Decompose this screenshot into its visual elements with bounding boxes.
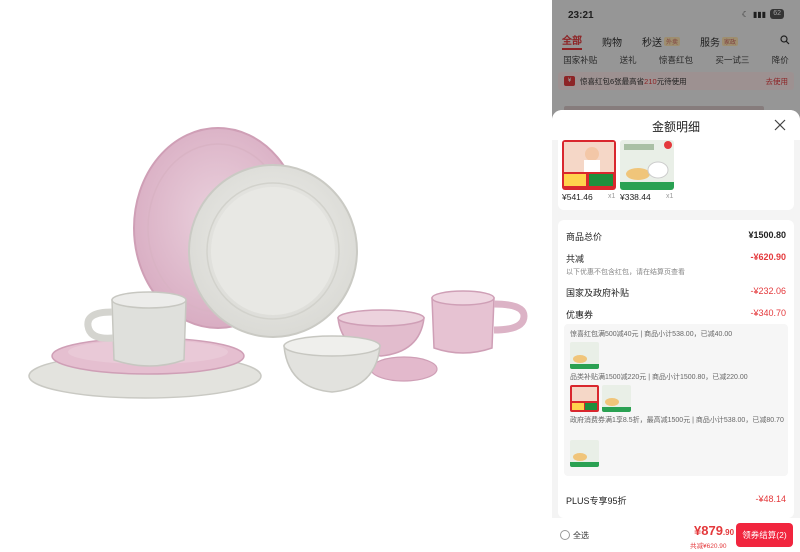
reduce-label: 共减	[566, 254, 585, 264]
product-thumbnail-2[interactable]	[620, 140, 674, 190]
product-thumb-image	[562, 140, 616, 190]
item-qty-1: x1	[608, 193, 616, 200]
sheet-title: 金额明细	[651, 120, 700, 134]
select-all-radio[interactable]	[560, 530, 570, 540]
sheet-header: 金额明细	[552, 110, 800, 140]
coupon-detail-line: 惊喜红包满500减40元 | 商品小计538.00，已减40.00	[570, 331, 733, 338]
coupon-product-thumbnail	[570, 385, 599, 412]
subsidy-value: -¥232.06	[750, 286, 786, 296]
total-int: ¥879	[694, 523, 723, 538]
coupon-product-thumbnail	[602, 385, 631, 412]
close-icon[interactable]	[774, 119, 786, 131]
reduce-value: -¥620.90	[750, 252, 786, 262]
coupon-product-thumbnail	[570, 440, 599, 467]
product-thumbnail-1[interactable]	[562, 140, 616, 190]
coupon-details: 惊喜红包满500减40元 | 商品小计538.00，已减40.00 品类补贴满1…	[564, 324, 788, 476]
total-price-label: 商品总价	[566, 232, 603, 242]
total-reduce-note: 共减¥620.90	[690, 543, 727, 550]
coupon-row[interactable]: 优惠券 -¥340.70	[566, 308, 786, 321]
coupon-value: -¥340.70	[750, 308, 786, 318]
reduce-note: 以下优惠不包含红包，请在结算页查看	[566, 269, 685, 276]
phone-screen: 23:21 ☾ ▮▮▮ 62 全部 购物 秒送 外卖 服务 家政 国家补贴 送礼 惊…	[552, 0, 800, 552]
checkout-button[interactable]: 领券结算(2)	[736, 523, 793, 547]
product-image	[0, 0, 552, 552]
coupon-detail-line: 政府消费券满1享8.5折，最高减1500元 | 商品小计538.00，已减80.…	[570, 417, 784, 424]
total-amount: ¥879.90	[694, 523, 734, 538]
plus-value: -¥48.14	[755, 494, 786, 504]
checkout-bar: 全选 ¥879.90 共减¥620.90 领券结算(2)	[552, 518, 800, 552]
select-all-label[interactable]: 全选	[573, 530, 589, 541]
item-price-2: ¥338.44	[620, 192, 651, 202]
coupon-product-thumbnail	[570, 342, 599, 369]
tableware-illustration	[28, 127, 528, 399]
amount-breakdown: 商品总价 ¥1500.80 共减 -¥620.90 以下优惠不包含红包，请在结算…	[558, 220, 794, 518]
plus-discount-row[interactable]: PLUS专享95折 -¥48.14	[566, 494, 786, 507]
screen: 23:21 ☾ ▮▮▮ 62 全部 购物 秒送 外卖 服务 家政 国家补贴 送礼 惊…	[0, 0, 800, 552]
product-thumb-image	[620, 140, 674, 190]
total-dec: .90	[722, 528, 735, 537]
total-reduce-row: 共减 -¥620.90	[566, 252, 786, 265]
subsidy-label: 国家及政府补贴	[566, 288, 630, 298]
total-price-row: 商品总价 ¥1500.80	[566, 230, 786, 243]
amount-detail-sheet: 金额明细 ¥541.46 x1 ¥338.44 x1 商品总价 ¥1500.80…	[552, 110, 800, 552]
item-thumbnails: ¥541.46 x1 ¥338.44 x1	[558, 138, 794, 210]
coupon-detail-line: 品类补贴满1500减220元 | 商品小计1500.80，已减220.00	[570, 374, 748, 381]
item-price-1: ¥541.46	[562, 192, 593, 202]
item-qty-2: x1	[666, 193, 674, 200]
total-price-value: ¥1500.80	[748, 230, 786, 240]
plus-label: PLUS专享95折	[566, 496, 627, 506]
subsidy-row[interactable]: 国家及政府补贴 -¥232.06	[566, 286, 786, 299]
coupon-label: 优惠券	[566, 310, 594, 320]
